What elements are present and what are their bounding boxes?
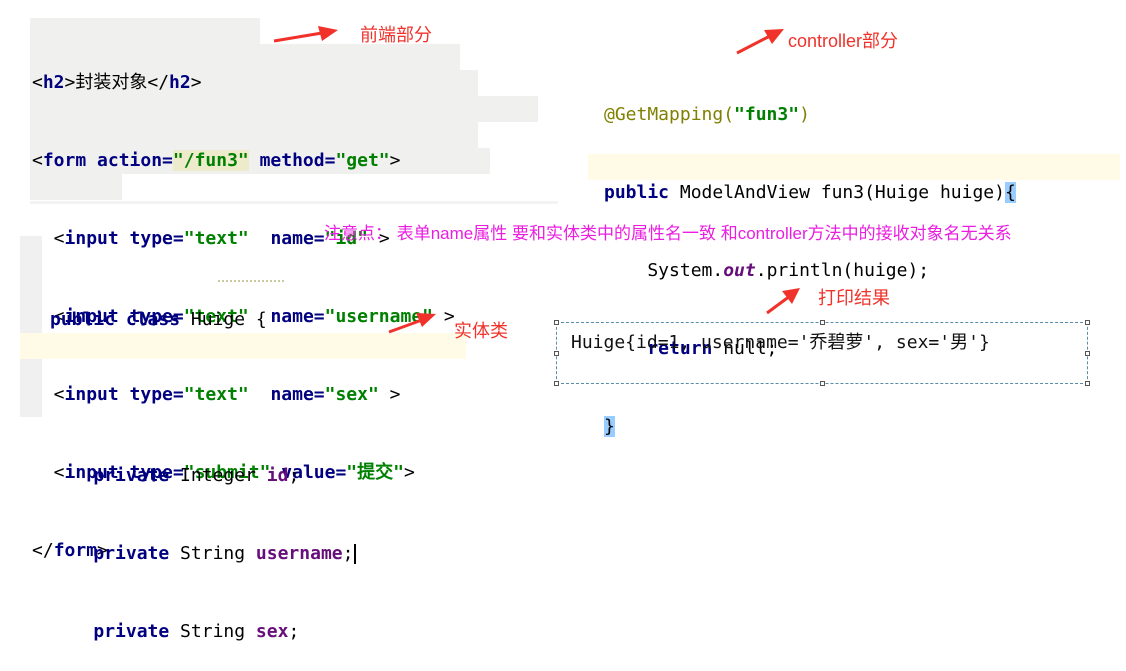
class-name-underline <box>218 278 284 282</box>
result-arrow-icon <box>766 288 800 315</box>
code-line: private String username; <box>50 541 357 567</box>
entity-arrow-icon <box>388 313 436 334</box>
controller-code-block: @GetMapping("fun3") public ModelAndView … <box>604 50 1016 466</box>
code-line: public class Huige { <box>50 309 267 330</box>
resize-handle-icon[interactable] <box>1085 320 1090 325</box>
entity-label: 实体类 <box>454 321 508 341</box>
controller-label: controller部分 <box>788 31 899 51</box>
code-line: private Integer id; <box>93 465 300 486</box>
editor-gutter <box>20 236 42 417</box>
resize-handle-icon[interactable] <box>820 320 825 325</box>
resize-handle-icon[interactable] <box>1085 351 1090 356</box>
result-label: 打印结果 <box>818 288 890 308</box>
resize-handle-icon[interactable] <box>554 320 559 325</box>
frontend-label: 前端部分 <box>360 25 432 45</box>
code-line: System.out.println(huige); <box>604 260 930 281</box>
resize-handle-icon[interactable] <box>554 381 559 386</box>
code-line: @GetMapping("fun3") <box>604 104 810 125</box>
code-line: private String sex; <box>93 621 300 642</box>
controller-arrow-icon <box>736 29 784 55</box>
code-line: <form action="/fun3" method="get"> <box>32 150 401 171</box>
resize-handle-icon[interactable] <box>554 351 559 356</box>
text-caret <box>354 544 357 564</box>
result-output-text: Huige{id=1, username='乔碧萝', sex='男'} <box>571 332 990 353</box>
code-line: public ModelAndView fun3(Huige huige){ <box>604 182 1016 203</box>
code-line: } <box>604 416 615 437</box>
resize-handle-icon[interactable] <box>820 381 825 386</box>
code-line: <h2>封装对象</h2> <box>32 72 202 93</box>
note-text: 注意点： 表单name属性 要和实体类中的属性名一致 和controller方法… <box>324 224 1012 243</box>
result-output-box[interactable]: Huige{id=1, username='乔碧萝', sex='男'} <box>554 320 1090 386</box>
resize-handle-icon[interactable] <box>1085 381 1090 386</box>
entity-code-block: public class Huige { private Integer id;… <box>50 255 357 671</box>
frontend-arrow-icon <box>273 26 338 43</box>
